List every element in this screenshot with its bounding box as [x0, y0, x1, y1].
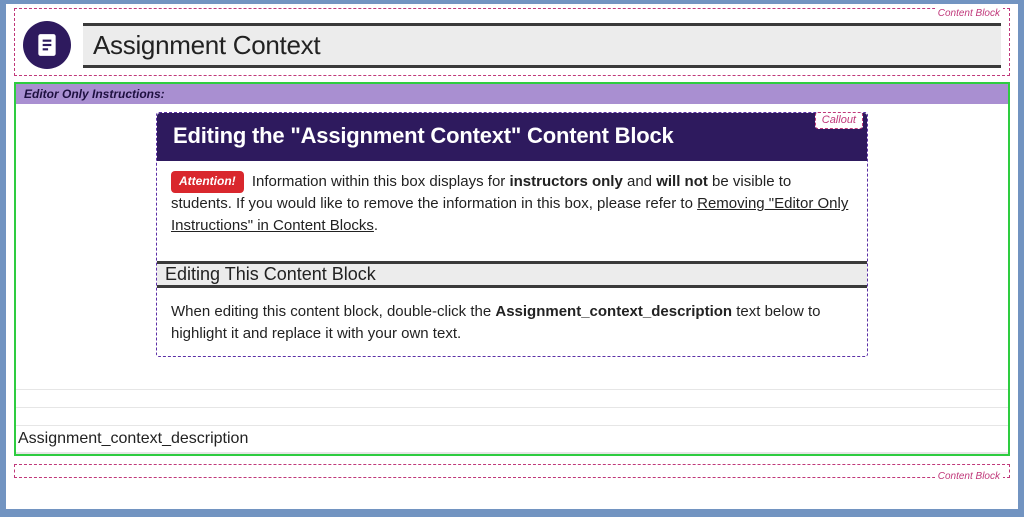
- content-block-next-peek: Content Block: [14, 464, 1010, 478]
- selection-outline[interactable]: Editor Only Instructions: Callout Editin…: [14, 82, 1010, 456]
- sub-heading-container: Editing This Content Block: [157, 261, 867, 288]
- callout-text-period: .: [374, 217, 378, 234]
- callout-bold-instructors: instructors only: [509, 173, 622, 190]
- callout-box: Callout Editing the "Assignment Context"…: [156, 112, 868, 357]
- placeholder-text-row[interactable]: Assignment_context_description: [16, 426, 1008, 453]
- editor-instructions-bar: Editor Only Instructions:: [16, 84, 1008, 104]
- content-block-heading: Content Block Assignment Context: [14, 8, 1010, 76]
- content-block-label: Content Block: [935, 471, 1003, 483]
- callout-text-pre: Information within this box displays for: [252, 173, 510, 190]
- document-icon: [23, 21, 71, 69]
- editor-instructions-body: Callout Editing the "Assignment Context"…: [16, 104, 1008, 389]
- heading-title-container: Assignment Context: [83, 23, 1001, 68]
- callout-label: Callout: [815, 112, 863, 129]
- attention-badge: Attention!: [171, 171, 244, 193]
- callout-bold-willnot: will not: [656, 173, 708, 190]
- empty-rows: [16, 389, 1008, 426]
- callout-body: Attention! Information within this box d…: [157, 161, 867, 249]
- content-block-label: Content Block: [935, 8, 1003, 20]
- page-title: Assignment Context: [93, 30, 320, 60]
- empty-row[interactable]: [16, 408, 1008, 426]
- sub-body-pre: When editing this content block, double-…: [171, 303, 495, 320]
- page-editor-canvas: Content Block Assignment Context: [6, 4, 1018, 509]
- empty-rows-bottom: [16, 453, 1008, 454]
- callout-text-mid: and: [623, 173, 656, 190]
- callout-title: Editing the "Assignment Context" Content…: [157, 113, 867, 161]
- sub-heading: Editing This Content Block: [157, 261, 867, 288]
- sub-body-bold: Assignment_context_description: [495, 303, 732, 320]
- sub-body: When editing this content block, double-…: [157, 291, 867, 357]
- placeholder-text[interactable]: Assignment_context_description: [18, 430, 248, 447]
- empty-row[interactable]: [16, 390, 1008, 408]
